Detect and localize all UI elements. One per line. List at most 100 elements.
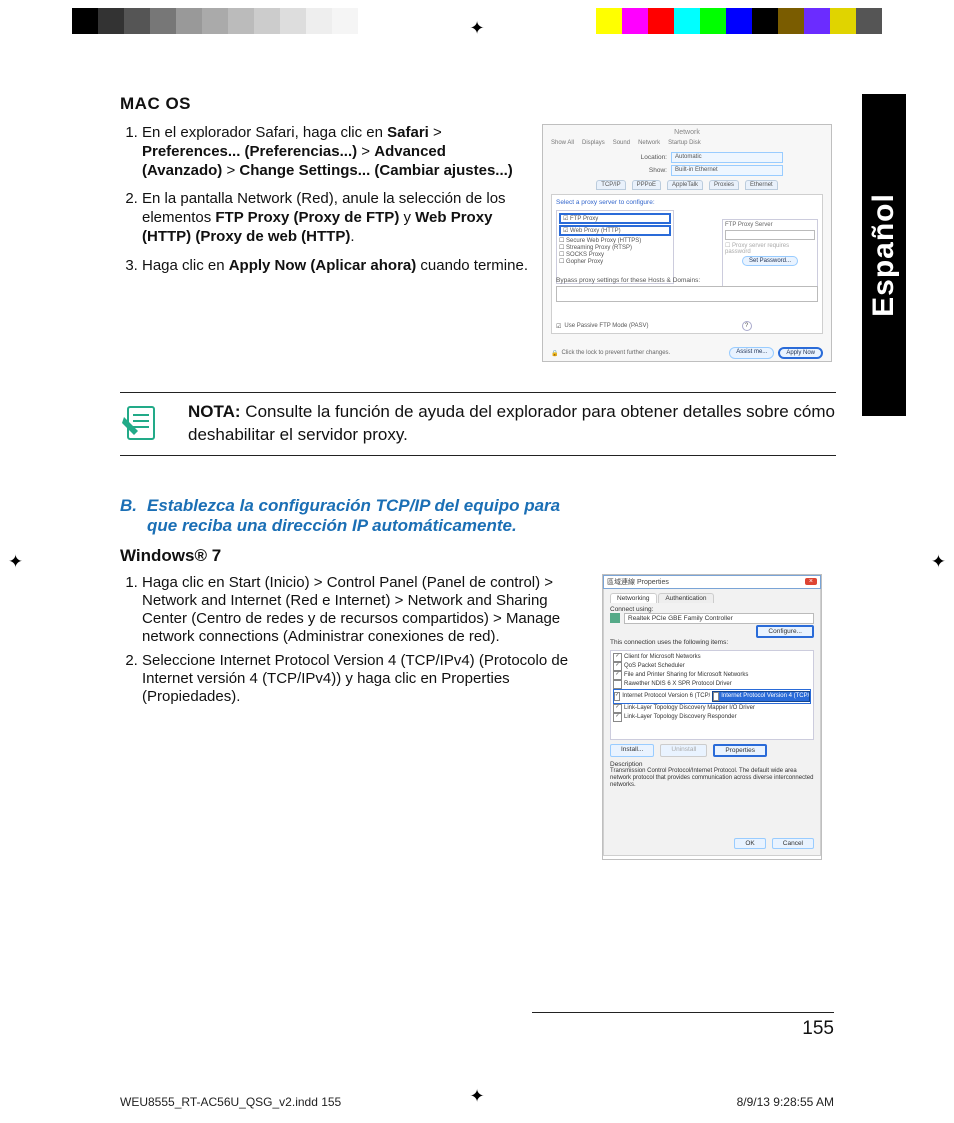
location-dropdown[interactable]: Automatic xyxy=(671,152,783,163)
tab[interactable]: Proxies xyxy=(709,180,739,190)
list-item-selected[interactable]: ✓Internet Protocol Version 4 (TCP/IPv4) xyxy=(712,691,810,702)
label: Connect using: xyxy=(610,606,814,613)
install-button[interactable]: Install... xyxy=(610,744,654,757)
separator: > xyxy=(310,574,327,591)
macos-network-dialog: Network Show All Displays Sound Network … xyxy=(542,124,832,362)
label: Bypass proxy settings for these Hosts & … xyxy=(556,277,818,284)
help-icon[interactable]: ? xyxy=(742,321,752,331)
separator: > xyxy=(390,592,407,609)
uninstall-button[interactable]: Uninstall xyxy=(660,744,707,757)
macos-steps: En el explorador Safari, haga clic en Sa… xyxy=(120,124,530,275)
close-icon[interactable]: × xyxy=(805,578,817,585)
window-title: 區域連線 Properties xyxy=(607,577,669,587)
slug-timestamp: 8/9/13 9:28:55 AM xyxy=(737,1095,834,1109)
step-text: y xyxy=(399,209,415,226)
set-password-button[interactable]: Set Password... xyxy=(742,256,798,266)
list-item: Haga clic en Apply Now (Aplicar ahora) c… xyxy=(142,257,530,276)
toolbar-item[interactable]: Network xyxy=(638,140,660,146)
dropdown-value: Built-in Ethernet xyxy=(672,167,718,173)
tab[interactable]: PPPoE xyxy=(632,180,661,190)
list-item[interactable]: ☑ FTP Proxy xyxy=(559,213,671,224)
list-item[interactable]: ✓Client for Microsoft Networks xyxy=(613,653,811,662)
bold: Network and Internet (Red e Internet) xyxy=(142,592,390,609)
bypass-textarea[interactable] xyxy=(556,286,818,302)
checkbox[interactable]: ☑ xyxy=(556,323,561,330)
step-text: . xyxy=(496,628,500,645)
step-text: Haga clic en xyxy=(142,574,229,591)
item-label: Client for Microsoft Networks xyxy=(624,654,701,660)
cancel-button[interactable]: Cancel xyxy=(772,838,814,849)
assist-button[interactable]: Assist me... xyxy=(729,347,774,359)
show-dropdown[interactable]: Built-in Ethernet xyxy=(671,165,783,176)
footer-rule xyxy=(532,1012,834,1013)
checkbox-row[interactable]: ☐ Proxy server requires password xyxy=(725,242,815,255)
list-item[interactable]: ☐ Secure Web Proxy (HTTPS) xyxy=(559,237,671,244)
list-item[interactable]: ✓Link-Layer Topology Discovery Responder xyxy=(613,713,811,722)
step-text: En el explorador Safari, haga clic en xyxy=(142,124,387,141)
item-label: Rawether NDIS 6 X SPR Protocol Driver xyxy=(624,681,732,687)
properties-button[interactable]: Properties xyxy=(713,744,767,757)
list-item[interactable]: ☐ Streaming Proxy (RTSP) xyxy=(559,244,671,251)
item-label: Internet Protocol Version 6 (TCP/IPv6) xyxy=(622,693,710,699)
list-item[interactable]: ✓Internet Protocol Version 6 (TCP/IPv6) xyxy=(614,692,710,701)
toolbar-item[interactable]: Show All xyxy=(551,140,574,146)
list-item: Seleccione Internet Protocol Version 4 (… xyxy=(142,652,590,706)
bold: Control Panel (Panel de control) xyxy=(327,574,540,591)
tab-authentication[interactable]: Authentication xyxy=(658,593,713,603)
registration-mark-icon: ✦ xyxy=(8,551,23,572)
tab[interactable]: AppleTalk xyxy=(667,180,703,190)
highlighted-group: ✓Internet Protocol Version 6 (TCP/IPv6) … xyxy=(613,689,811,704)
list-item[interactable]: Rawether NDIS 6 X SPR Protocol Driver xyxy=(613,680,811,689)
separator: > xyxy=(222,162,239,179)
proxy-list[interactable]: ☑ FTP Proxy ☑ Web Proxy (HTTP) ☐ Secure … xyxy=(556,210,674,284)
macos-row: En el explorador Safari, haga clic en Sa… xyxy=(120,124,836,362)
section-title: Establezca la configuración TCP/IP del e… xyxy=(147,496,567,536)
list-item[interactable]: ☐ SOCKS Proxy xyxy=(559,251,671,258)
mac-toolbar: Show All Displays Sound Network Startup … xyxy=(551,140,823,146)
lock-icon[interactable]: 🔒 xyxy=(551,350,558,357)
list-item: En el explorador Safari, haga clic en Sa… xyxy=(142,124,530,180)
list-item[interactable]: ☑ Web Proxy (HTTP) xyxy=(559,225,671,236)
list-item: Haga clic en Start (Inicio) > Control Pa… xyxy=(142,574,590,646)
description-text: Transmission Control Protocol/Internet P… xyxy=(610,768,814,790)
bold: Preferences... (Preferencias...) xyxy=(142,143,357,160)
ok-button[interactable]: OK xyxy=(734,838,765,849)
language-tab-label: Español xyxy=(867,193,901,317)
list-item[interactable]: ✓Link-Layer Topology Discovery Mapper I/… xyxy=(613,704,811,713)
list-item[interactable]: ☐ Gopher Proxy xyxy=(559,258,671,265)
proxy-address-input[interactable] xyxy=(725,230,815,240)
toolbar-item[interactable]: Displays xyxy=(582,140,605,146)
label: This connection uses the following items… xyxy=(610,639,814,646)
tab[interactable]: Ethernet xyxy=(745,180,778,190)
separator: > xyxy=(357,143,374,160)
label: Show: xyxy=(649,167,667,174)
item-label: File and Printer Sharing for Microsoft N… xyxy=(624,672,748,678)
step-text: . xyxy=(350,228,354,245)
tab[interactable]: TCP/IP xyxy=(596,180,625,190)
tab-networking[interactable]: Networking xyxy=(610,593,657,603)
toolbar-item[interactable]: Sound xyxy=(613,140,630,146)
language-tab: Español xyxy=(862,94,906,416)
adapter-icon xyxy=(610,613,620,623)
windows-properties-dialog: 區域連線 Properties × Networking Authenticat… xyxy=(602,574,822,860)
window-title: Network xyxy=(551,129,823,136)
step-text: . xyxy=(236,688,240,705)
bold: Apply Now (Aplicar ahora) xyxy=(229,257,417,274)
bold: Safari xyxy=(387,124,429,141)
toolbar-item[interactable]: Startup Disk xyxy=(668,140,701,146)
mac-tabs: TCP/IP PPPoE AppleTalk Proxies Ethernet xyxy=(551,180,823,190)
checkbox-label: Proxy server requires password xyxy=(725,243,789,255)
list-item: En la pantalla Network (Red), anule la s… xyxy=(142,190,530,246)
section-b-heading: B. Establezca la configuración TCP/IP de… xyxy=(120,496,836,536)
windows-row: Haga clic en Start (Inicio) > Control Pa… xyxy=(120,574,836,860)
label: Select a proxy server to configure: xyxy=(556,199,818,206)
apply-now-button[interactable]: Apply Now xyxy=(778,347,823,359)
dialog-footer: OK Cancel xyxy=(734,838,814,849)
label: FTP Proxy Server xyxy=(725,222,815,228)
list-item[interactable]: ✓File and Printer Sharing for Microsoft … xyxy=(613,671,811,680)
note-icon xyxy=(120,401,164,445)
registration-mark-icon: ✦ xyxy=(931,551,946,572)
configure-button[interactable]: Configure... xyxy=(756,625,814,638)
list-item[interactable]: ✓QoS Packet Scheduler xyxy=(613,662,811,671)
items-list[interactable]: ✓Client for Microsoft Networks ✓QoS Pack… xyxy=(610,650,814,740)
